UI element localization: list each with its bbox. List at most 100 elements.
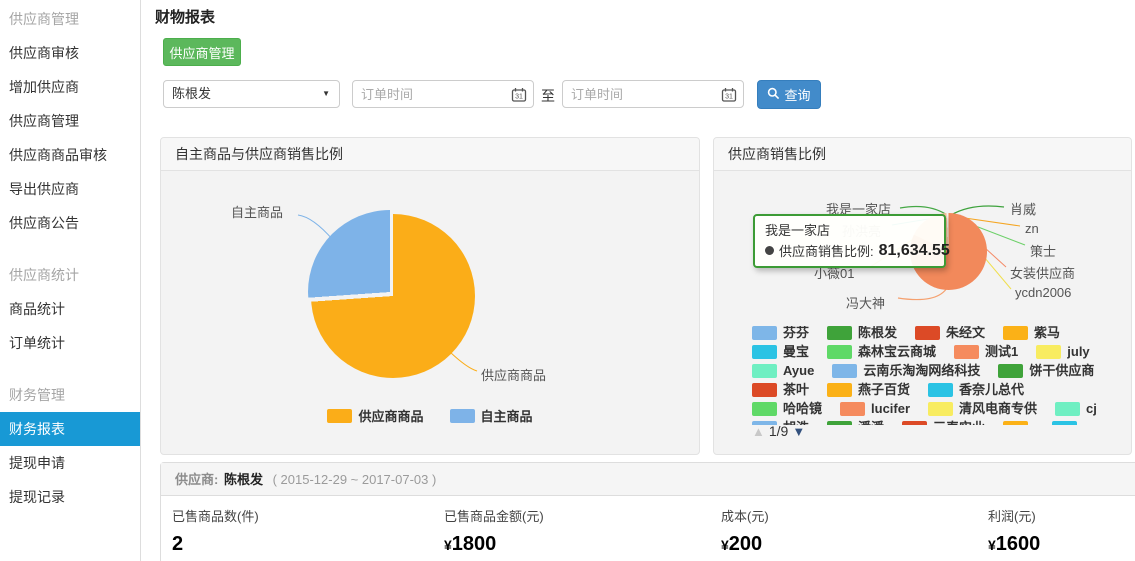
legend-item[interactable]: 茶叶 [752,383,809,397]
legend-swatch [928,402,953,416]
sidebar-item[interactable]: 增加供应商 [0,70,140,104]
legend-item[interactable]: 供应商商品 [327,406,423,425]
between-label: 至 [541,86,555,106]
legend-swatch [827,345,852,359]
legend-item[interactable]: 香奈儿总代 [928,383,1024,397]
stat-value: 2 [172,533,259,556]
legend-label: 饼干供应商 [1029,364,1094,378]
tooltip-title: 我是一家店 [765,220,934,239]
svg-text:31: 31 [725,94,733,101]
legend-item[interactable]: Ayue [752,364,814,378]
sidebar-item[interactable]: 提现申请 [0,446,140,480]
legend-item[interactable]: 陈根发 [827,326,897,340]
date-to-field[interactable]: 31 [562,80,744,108]
pie-label-own: 自主商品 [231,202,283,221]
own-vs-supplier-pie[interactable] [311,214,475,378]
date-from-field[interactable]: 31 [352,80,534,108]
stat-value: ¥1600 [988,533,1040,556]
sidebar-section-label: 财务管理 [0,378,140,412]
legend-item[interactable]: 曼宝 [752,345,809,359]
legend-item[interactable]: 紫马 [1003,326,1060,340]
page-title: 财物报表 [155,6,215,27]
pager-down-icon[interactable]: ▼ [792,424,805,439]
legend-item[interactable] [1003,421,1034,425]
calendar-icon[interactable]: 31 [511,87,527,108]
query-button-label: 查询 [784,85,810,104]
stat-label: 已售商品金额(元) [444,506,544,525]
sidebar-item[interactable]: 商品统计 [0,292,140,326]
legend-label: 自主商品 [481,406,533,425]
legend-swatch [752,326,777,340]
currency-symbol: ¥ [444,537,452,553]
legend-pager: ▲ 1/9 ▼ [752,423,805,439]
legend-item[interactable]: 三泰实业 [902,421,985,425]
legend-swatch [752,345,777,359]
sidebar-section-label: 供应商管理 [0,2,140,36]
legend-item[interactable]: lucifer [840,402,910,416]
legend-item[interactable]: 饼干供应商 [998,364,1094,378]
legend-item[interactable]: 哈哈镜 [752,402,822,416]
sidebar-item[interactable]: 提现记录 [0,480,140,514]
supplier-select[interactable]: 陈根发 ▼ [163,80,340,108]
panel-title: 自主商品与供应商销售比例 [161,138,699,171]
legend-item[interactable]: 测试1 [954,345,1018,359]
legend-item[interactable]: 清风电商专供 [928,402,1037,416]
legend-label: lucifer [871,402,910,416]
legend-item[interactable]: 芬芬 [752,326,809,340]
legend-swatch [1036,345,1061,359]
legend-swatch [752,364,777,378]
legend-swatch [915,326,940,340]
legend-swatch [1052,421,1077,425]
pie-callout-label: zn [1025,221,1039,236]
sidebar-item[interactable]: 供应商商品审核 [0,138,140,172]
tooltip-value: 81,634.55 [879,242,950,260]
legend-item[interactable]: 森林宝云商城 [827,345,936,359]
legend-item[interactable] [1052,421,1083,425]
date-to-input[interactable] [563,81,708,107]
legend-label: 香奈儿总代 [959,383,1024,397]
supplier-name: 陈根发 [224,472,263,487]
legend-item[interactable]: 燕子百货 [827,383,910,397]
legend-swatch [954,345,979,359]
legend-item[interactable]: 自主商品 [450,406,533,425]
stat-label: 利润(元) [988,506,1040,525]
legend-item[interactable]: cj [1055,402,1097,416]
sidebar-item[interactable]: 导出供应商 [0,172,140,206]
svg-text:31: 31 [515,94,523,101]
legend-label: 三泰实业 [933,421,985,425]
summary-stat: 成本(元)¥200 [721,506,769,556]
sidebar-item[interactable]: 订单统计 [0,326,140,360]
legend-swatch [928,383,953,397]
legend-swatch [1003,421,1028,425]
legend-swatch [752,383,777,397]
panel-title: 供应商销售比例 [714,138,1131,171]
legend-label: 茶叶 [783,383,809,397]
legend-item[interactable]: july [1036,345,1089,359]
legend-item[interactable]: 潘潘 [827,421,884,425]
legend-item[interactable]: 朱经文 [915,326,985,340]
legend-label: 潘潘 [858,421,884,425]
sidebar-item[interactable]: 供应商审核 [0,36,140,70]
pie-callout-label: 肖威 [1010,199,1036,218]
sidebar-item[interactable]: 供应商管理 [0,104,140,138]
legend-label: 曼宝 [783,345,809,359]
calendar-icon[interactable]: 31 [721,87,737,108]
legend-item[interactable]: 云南乐淘淘网络科技 [832,364,980,378]
date-from-input[interactable] [353,81,498,107]
legend-swatch [1003,326,1028,340]
legend-label: 清风电商专供 [959,402,1037,416]
legend-label: july [1067,345,1089,359]
stat-label: 已售商品数(件) [172,506,259,525]
legend-swatch [998,364,1023,378]
query-button[interactable]: 查询 [757,80,821,109]
legend-swatch [827,326,852,340]
supplier-manage-button[interactable]: 供应商管理 [163,38,241,66]
summary-header: 供应商: 陈根发 ( 2015-12-29 ~ 2017-07-03 ) [161,463,1135,496]
supplier-label: 供应商: [175,472,218,487]
pager-up-icon[interactable]: ▲ [752,424,765,439]
pie-slice-own[interactable] [308,210,472,374]
sidebar-item-active[interactable]: 财务报表 [0,412,140,446]
legend-swatch [450,409,475,423]
search-icon [767,87,780,103]
sidebar-item[interactable]: 供应商公告 [0,206,140,240]
